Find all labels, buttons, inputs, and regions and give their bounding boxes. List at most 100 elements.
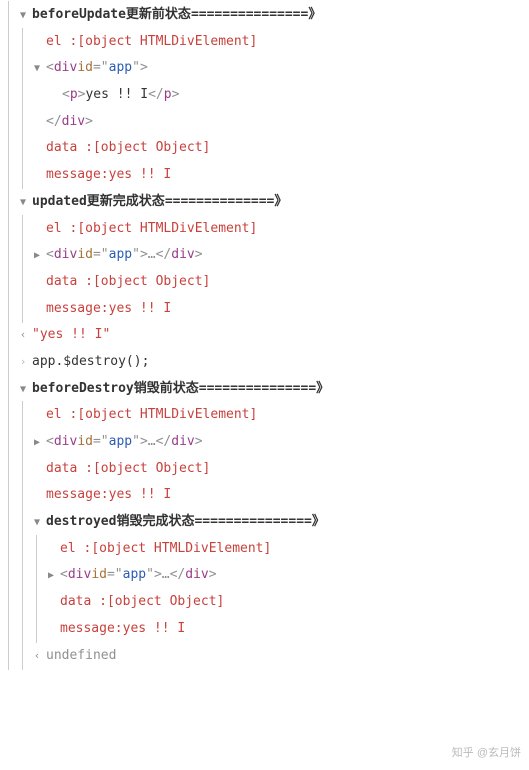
html-attr-val: app	[109, 56, 132, 81]
dom-element-row[interactable]: ▶ <div id="app">…</div>	[2, 242, 529, 269]
html-punct: <	[46, 430, 54, 455]
log-key: el :	[46, 403, 77, 428]
html-punct: "	[101, 243, 109, 268]
log-line: el : [object HTMLDivElement]	[2, 402, 529, 429]
console-return-line: ‹ "yes !! I"	[2, 322, 529, 349]
log-key: message:	[46, 163, 109, 188]
chevron-right-icon[interactable]: ▶	[44, 566, 58, 585]
log-line: data : [object Object]	[2, 456, 529, 483]
html-tag: div	[68, 563, 91, 588]
html-attr-name: id	[77, 243, 93, 268]
html-punct: =	[107, 563, 115, 588]
log-value: yes !! I	[109, 163, 172, 188]
log-title-suffix: ===============》	[194, 510, 324, 535]
log-key: data :	[46, 136, 93, 161]
console-return-line: ‹ undefined	[2, 643, 529, 670]
dom-element-row[interactable]: </div>	[2, 109, 529, 136]
html-punct: >	[195, 243, 203, 268]
dom-element-row[interactable]: ▶ <div id="app">…</div>	[2, 562, 529, 589]
html-punct: </	[156, 243, 172, 268]
log-value: yes !! I	[123, 617, 186, 642]
log-title-cn: 销毁前状态	[134, 377, 199, 402]
log-line: message: yes !! I	[2, 482, 529, 509]
html-punct: </	[170, 563, 186, 588]
log-line: data : [object Object]	[2, 269, 529, 296]
html-punct: >	[140, 243, 148, 268]
log-title: destroyed	[46, 510, 116, 535]
html-punct: =	[93, 430, 101, 455]
html-punct: "	[101, 430, 109, 455]
output-arrow-icon: ‹	[30, 646, 44, 667]
html-attr-name: id	[77, 56, 93, 81]
html-tag: div	[54, 430, 77, 455]
chevron-down-icon[interactable]: ▼	[30, 59, 44, 78]
log-key: message:	[60, 617, 123, 642]
log-key: el :	[60, 537, 91, 562]
log-value: yes !! I	[109, 483, 172, 508]
log-line: data : [object Object]	[2, 589, 529, 616]
log-line: el : [object HTMLDivElement]	[2, 216, 529, 243]
ellipsis: …	[162, 563, 170, 588]
log-value: [object HTMLDivElement]	[77, 403, 257, 428]
chevron-down-icon[interactable]: ▼	[16, 380, 30, 399]
html-punct: "	[132, 430, 140, 455]
console-output: ▼ beforeUpdate 更新前状态 ===============》 el…	[0, 0, 529, 671]
input-code: app.$destroy();	[32, 350, 149, 375]
log-value: [object HTMLDivElement]	[77, 30, 257, 55]
log-title-cn: 更新完成状态	[87, 190, 165, 215]
console-input-line[interactable]: › app.$destroy();	[2, 349, 529, 376]
log-value: [object Object]	[107, 590, 224, 615]
log-group-header-updated[interactable]: ▼ updated 更新完成状态 ==============》	[2, 189, 529, 216]
html-punct: "	[115, 563, 123, 588]
log-key: message:	[46, 483, 109, 508]
html-attr-name: id	[91, 563, 107, 588]
log-title-cn: 销毁完成状态	[116, 510, 194, 535]
html-punct: </	[148, 83, 164, 108]
html-punct: =	[93, 56, 101, 81]
log-value: [object Object]	[93, 270, 210, 295]
dom-element-row[interactable]: <p>yes !! I</p>	[2, 82, 529, 109]
html-tag: p	[164, 83, 172, 108]
log-title: beforeUpdate	[32, 3, 126, 28]
chevron-right-icon[interactable]: ▶	[30, 433, 44, 452]
log-value: yes !! I	[109, 297, 172, 322]
log-line: data : [object Object]	[2, 135, 529, 162]
html-attr-val: app	[109, 430, 132, 455]
dom-element-row[interactable]: ▶ <div id="app">…</div>	[2, 429, 529, 456]
html-punct: </	[156, 430, 172, 455]
html-punct: <	[62, 83, 70, 108]
chevron-right-icon[interactable]: ▶	[30, 246, 44, 265]
chevron-down-icon[interactable]: ▼	[16, 193, 30, 212]
html-punct: >	[78, 83, 86, 108]
html-attr-val: app	[123, 563, 146, 588]
log-group-header-destroyed[interactable]: ▼ destroyed 销毁完成状态 ===============》	[2, 509, 529, 536]
html-punct: "	[146, 563, 154, 588]
log-value: [object Object]	[93, 457, 210, 482]
html-tag: div	[171, 243, 194, 268]
log-value: [object HTMLDivElement]	[91, 537, 271, 562]
log-key: data :	[60, 590, 107, 615]
dom-element-row[interactable]: ▼ <div id="app">	[2, 55, 529, 82]
log-key: message:	[46, 297, 109, 322]
ellipsis: …	[148, 243, 156, 268]
html-punct: >	[140, 56, 148, 81]
html-punct: "	[132, 56, 140, 81]
log-line: message: yes !! I	[2, 162, 529, 189]
log-group-header-beforeupdate[interactable]: ▼ beforeUpdate 更新前状态 ===============》	[2, 2, 529, 29]
html-punct: "	[132, 243, 140, 268]
chevron-down-icon[interactable]: ▼	[16, 6, 30, 25]
output-arrow-icon: ‹	[16, 325, 30, 346]
log-line: message: yes !! I	[2, 616, 529, 643]
log-title: updated	[32, 190, 87, 215]
html-tag: p	[70, 83, 78, 108]
ellipsis: …	[148, 430, 156, 455]
html-attr-name: id	[77, 430, 93, 455]
chevron-down-icon[interactable]: ▼	[30, 513, 44, 532]
log-group-header-beforedestroy[interactable]: ▼ beforeDestroy 销毁前状态 ===============》	[2, 376, 529, 403]
html-tag: div	[185, 563, 208, 588]
html-punct: >	[195, 430, 203, 455]
html-punct: >	[172, 83, 180, 108]
log-key: data :	[46, 457, 93, 482]
html-punct: <	[46, 243, 54, 268]
log-title-suffix: ===============》	[191, 3, 321, 28]
